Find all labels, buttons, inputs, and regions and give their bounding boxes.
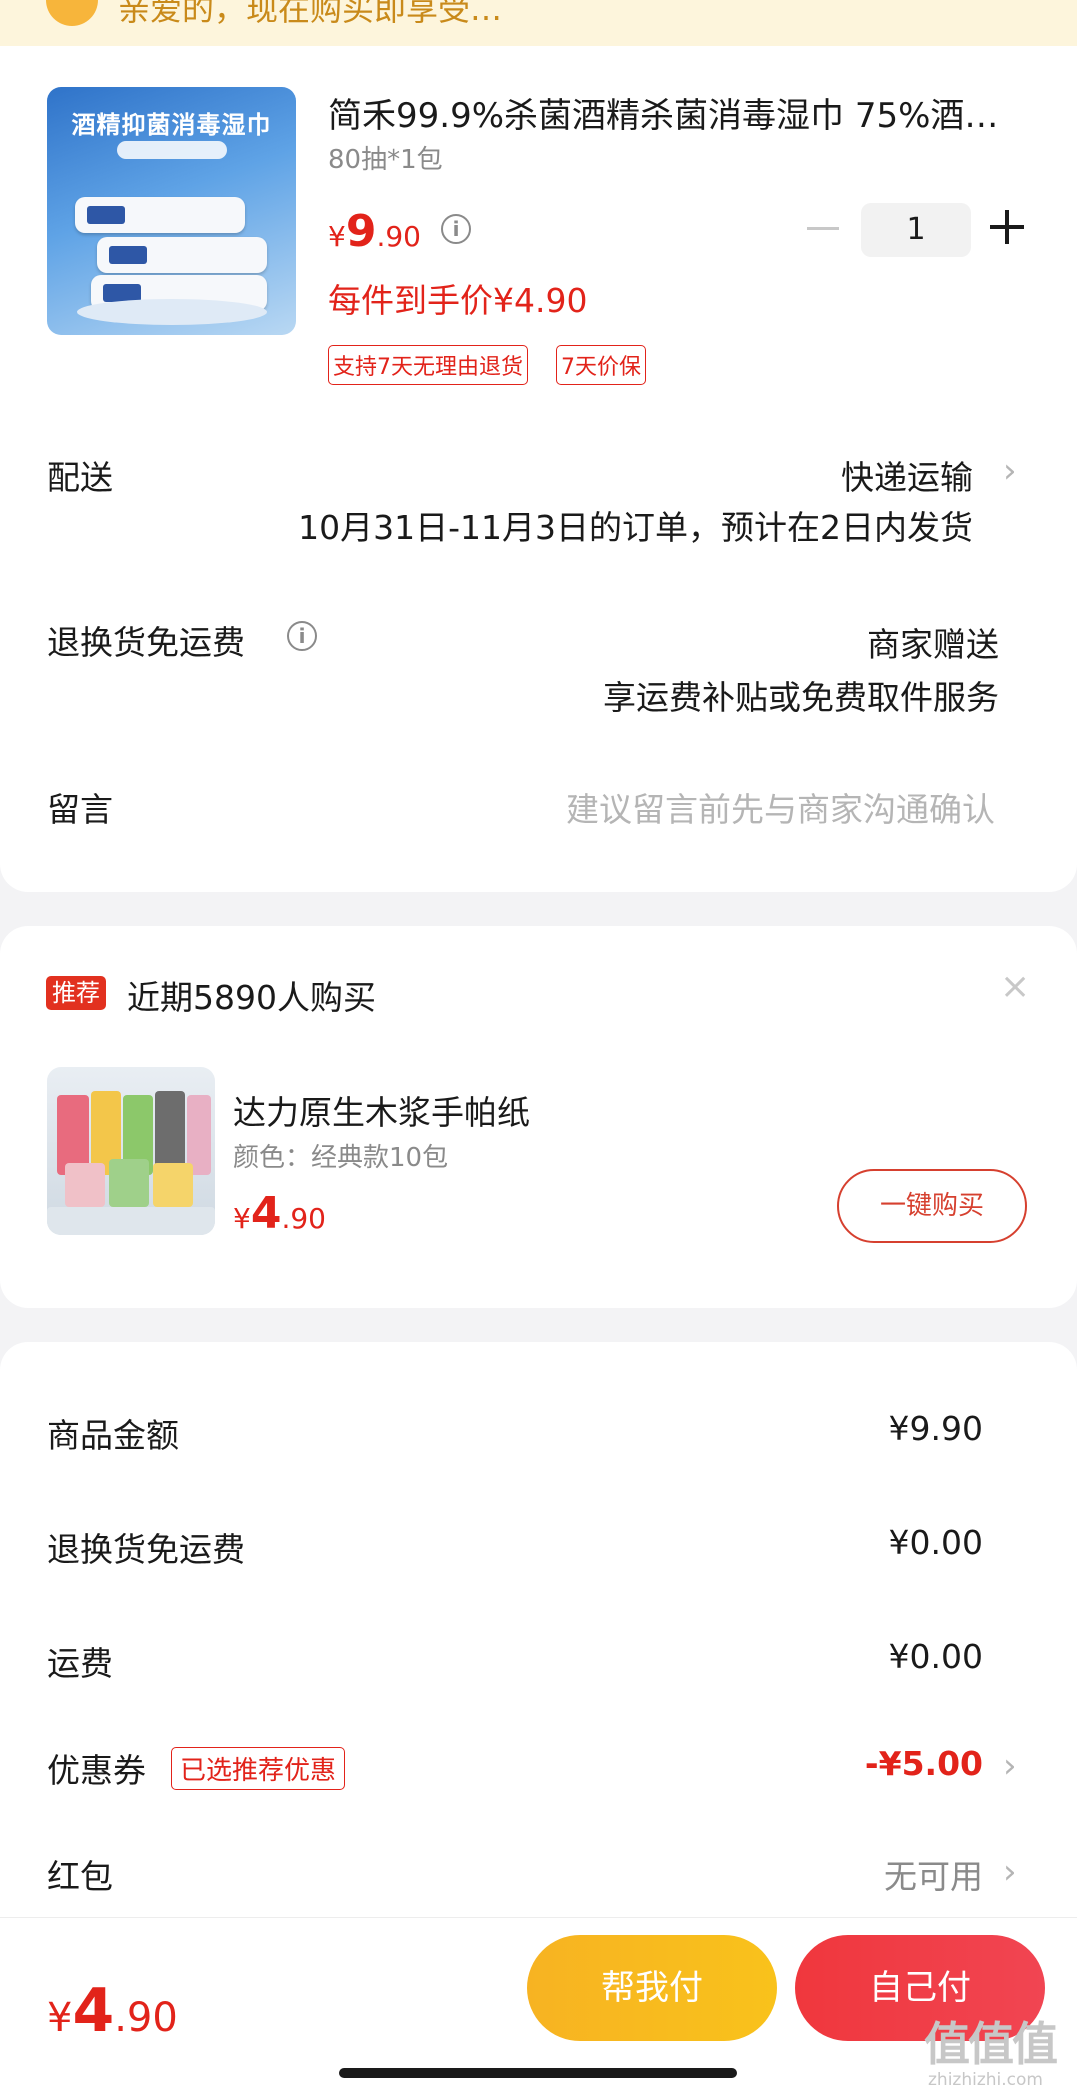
- coupon-tag: 已选推荐优惠: [171, 1747, 346, 1790]
- delivery-chevron-icon[interactable]: ›: [1003, 451, 1017, 491]
- goods-amount-label: 商品金额: [47, 1416, 179, 1455]
- price-summary-card: 商品金额 ¥9.90 退换货免运费 ¥0.00 运费 ¥0.00 优惠券 已选推…: [0, 1342, 1077, 1962]
- shipping-fee-label: 运费: [47, 1644, 113, 1683]
- watermark-logo: 值值值: [924, 2017, 1058, 2071]
- product-image-banner: 酒精抑菌消毒湿巾: [71, 111, 272, 139]
- watermark-url: zhizhizhi.com: [928, 2070, 1043, 2090]
- quantity-input[interactable]: 1: [861, 203, 971, 257]
- return-shipping-info-icon[interactable]: i: [287, 621, 317, 651]
- checkout-bar: ¥4.90 帮我付 自己付 值值值 zhizhizhi.com: [0, 1917, 1077, 2099]
- coin-icon: [46, 0, 98, 26]
- red-packet-label: 红包: [47, 1857, 113, 1896]
- coupon-value[interactable]: -¥5.00: [865, 1744, 983, 1783]
- delivery-label: 配送: [47, 458, 113, 497]
- recommend-product-name[interactable]: 达力原生木浆手帕纸: [233, 1086, 530, 1134]
- recommend-badge: 推荐: [46, 976, 106, 1010]
- coupon-chevron-icon[interactable]: ›: [1003, 1746, 1017, 1786]
- delivery-method[interactable]: 快递运输: [841, 451, 973, 499]
- price-info-icon[interactable]: i: [441, 214, 471, 244]
- delivery-note: 10月31日-11月3日的订单，预计在2日内发货: [298, 508, 973, 547]
- close-icon[interactable]: ×: [1000, 966, 1030, 1007]
- total-price: ¥4.90: [47, 1976, 178, 2046]
- one-click-buy-button[interactable]: 一键购买: [837, 1169, 1027, 1243]
- product-price: ¥9.90: [328, 206, 421, 257]
- red-packet-chevron-icon[interactable]: ›: [1003, 1852, 1017, 1892]
- order-item-card: 酒精抑菌消毒湿巾 简禾99.9%杀菌酒精杀菌消毒湿巾 75%酒… 80抽*1包 …: [0, 46, 1077, 892]
- shipping-fee-value: ¥0.00: [888, 1637, 983, 1676]
- product-title[interactable]: 简禾99.9%杀菌酒精杀菌消毒湿巾 75%酒…: [328, 88, 1028, 137]
- message-input[interactable]: 建议留言前先与商家沟通确认: [566, 783, 995, 831]
- red-packet-value[interactable]: 无可用: [884, 1850, 983, 1898]
- product-spec[interactable]: 80抽*1包: [328, 139, 443, 176]
- goods-amount-value: ¥9.90: [888, 1409, 983, 1448]
- recommend-card: 推荐 近期5890人购买 × 达力原生木浆手帕纸 颜色：经典款10包 ¥4.90…: [0, 926, 1077, 1308]
- home-indicator[interactable]: [339, 2068, 737, 2078]
- price-protect-tag: 7天价保: [556, 345, 646, 385]
- recommend-product-spec: 颜色：经典款10包: [233, 1143, 449, 1173]
- checkout-page: 亲爱的，现在购买即享受… 酒精抑菌消毒湿巾 简禾99.9%杀菌酒精杀菌消毒湿巾 …: [0, 0, 1077, 2099]
- product-image[interactable]: 酒精抑菌消毒湿巾: [47, 87, 296, 335]
- help-me-pay-button[interactable]: 帮我付: [527, 1935, 777, 2041]
- return-fee-label: 退换货免运费: [47, 1530, 245, 1569]
- return-shipping-note: 享运费补贴或免费取件服务: [603, 678, 999, 717]
- return-shipping-value: 商家赠送: [867, 625, 999, 664]
- top-banner-text: 亲爱的，现在购买即享受…: [118, 0, 503, 28]
- message-label: 留言: [47, 790, 113, 829]
- recommend-title: 近期5890人购买: [127, 978, 376, 1017]
- recommend-product-image[interactable]: [47, 1067, 215, 1235]
- quantity-plus-button[interactable]: [990, 210, 1024, 244]
- unit-price: 每件到手价¥4.90: [328, 281, 588, 320]
- quantity-minus-button[interactable]: [807, 227, 839, 230]
- return-fee-value: ¥0.00: [888, 1523, 983, 1562]
- top-banner: 亲爱的，现在购买即享受…: [0, 0, 1077, 46]
- recommend-product-price: ¥4.90: [233, 1188, 326, 1239]
- return-shipping-label: 退换货免运费: [47, 623, 245, 662]
- return-policy-tag: 支持7天无理由退货: [328, 345, 528, 385]
- coupon-label: 优惠券: [47, 1751, 146, 1790]
